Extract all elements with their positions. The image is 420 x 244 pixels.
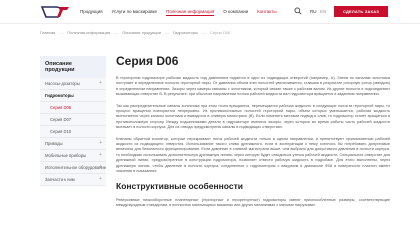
sidebar-item-mobile-devices[interactable]: Мобильные приборы + [40, 150, 106, 162]
sidebar-list: Насосы-дозаторы + Гидромоторы Серия D06 … [40, 78, 106, 186]
breadcrumb-separator: — [201, 30, 206, 35]
sidebar-item-series-d10[interactable]: Серия D10 [40, 126, 106, 138]
main-content: Серия D06 В героторном гидромоторе рабоч… [116, 54, 390, 214]
breadcrumb-hydromotors[interactable]: Гидромоторы [173, 30, 198, 35]
nav-useful-info[interactable]: Полезная информация [166, 9, 215, 16]
sidebar-item-series-d07[interactable]: Серия D07 [40, 114, 106, 126]
expand-icon[interactable]: + [99, 164, 102, 170]
section-heading: Конструктивные особенности [116, 180, 244, 191]
sidebar-heading: Описание продукции [40, 56, 106, 78]
breadcrumb-current: Серия D06 [209, 30, 231, 35]
expand-icon[interactable]: + [99, 152, 102, 158]
breadcrumb-separator: — [114, 30, 119, 35]
breadcrumb-separator: — [59, 30, 64, 35]
body-paragraph: Клапаны обратной изолятор, которые перек… [116, 136, 390, 174]
main-nav: Продукция Услуги по маскировке Полезная … [80, 9, 277, 16]
expand-icon[interactable]: + [99, 176, 102, 182]
sidebar-item-label: Мобильные приборы [45, 153, 87, 158]
sidebar-item-label: Серия D06 [50, 105, 72, 110]
sidebar-item-series-d06[interactable]: Серия D06 [40, 102, 106, 114]
breadcrumb-separator: — [165, 30, 170, 35]
sidebar-item-hydromotors[interactable]: Гидромоторы [40, 90, 106, 102]
nav-contacts[interactable]: Контакты [257, 9, 276, 16]
breadcrumb-home[interactable]: Главная [40, 30, 55, 35]
sidebar-item-label: Серия D07 [50, 117, 72, 122]
nav-services[interactable]: Услуги по маскировке [112, 9, 158, 16]
site-header: Продукция Услуги по маскировке Полезная … [0, 0, 420, 24]
section-paragraph: Реверсивные низкооборотные планетарные (… [116, 197, 390, 207]
order-button[interactable]: СДЕЛАТЬ ЗАКАЗ [334, 6, 388, 17]
sidebar-item-label: Гидромоторы [45, 93, 74, 98]
sidebar-item-spare-parts[interactable]: Запчасти к ним + [40, 174, 106, 186]
lang-ru-link[interactable]: RU [310, 9, 317, 14]
breadcrumb-useful-info[interactable]: Полезная информация [67, 30, 110, 35]
sidebar-item-label: Серия D10 [50, 129, 72, 134]
nav-about[interactable]: О компании [223, 9, 248, 16]
nav-products[interactable]: Продукция [80, 9, 103, 16]
search-icon[interactable] [294, 7, 302, 15]
page-title: Серия D06 [116, 54, 179, 68]
sidebar-item-label: Приводы [45, 141, 63, 146]
logo-mark-icon[interactable] [40, 4, 70, 20]
sidebar-item-drives[interactable]: Приводы + [40, 138, 106, 150]
sidebar-item-label: Исполнительное оборудование [45, 165, 107, 170]
lang-en-link[interactable]: EN [320, 9, 326, 14]
expand-icon[interactable]: + [99, 140, 102, 146]
sidebar-item-actuating-equipment[interactable]: Исполнительное оборудование + [40, 162, 106, 174]
breadcrumb-product-description[interactable]: Описание продукции [122, 30, 161, 35]
body-paragraph: Так как распределительные каналы золотни… [116, 103, 390, 130]
sidebar-item-label: Насосы-дозаторы [45, 81, 80, 86]
sidebar: Описание продукции Насосы-дозаторы + Гид… [40, 56, 106, 186]
sidebar-item-dosing-pumps[interactable]: Насосы-дозаторы + [40, 78, 106, 90]
expand-icon[interactable]: + [99, 80, 102, 86]
sidebar-item-label: Запчасти к ним [45, 177, 75, 182]
body-paragraph: В героторном гидромоторе рабочая жидкост… [116, 76, 390, 97]
breadcrumb: Главная — Полезная информация — Описание… [40, 30, 230, 35]
